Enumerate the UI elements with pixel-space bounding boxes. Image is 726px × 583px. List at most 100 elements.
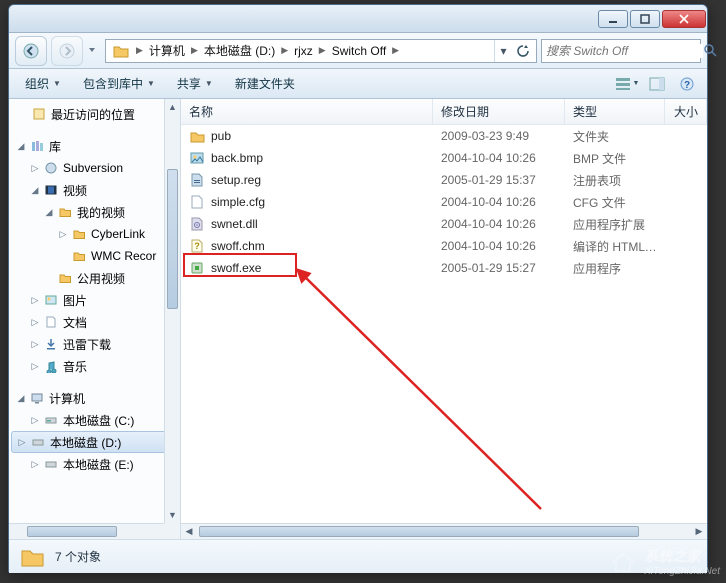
scroll-up-icon[interactable]: ▲ bbox=[165, 99, 180, 115]
computer-icon bbox=[29, 390, 45, 406]
share-button[interactable]: 共享▼ bbox=[167, 72, 223, 96]
dll-icon bbox=[189, 216, 205, 232]
file-date: 2004-10-04 10:26 bbox=[433, 217, 565, 231]
tree-music[interactable]: ▷音乐 bbox=[9, 355, 180, 377]
chevron-right-icon[interactable]: ▶ bbox=[279, 45, 290, 56]
scroll-right-icon[interactable]: ▶ bbox=[691, 524, 707, 539]
tree-video[interactable]: ◢视频 bbox=[9, 179, 180, 201]
sidebar-vscrollbar[interactable]: ▲ ▼ bbox=[164, 99, 180, 539]
file-row[interactable]: simple.cfg2004-10-04 10:26CFG 文件 bbox=[181, 191, 707, 213]
include-in-library-button[interactable]: 包含到库中▼ bbox=[73, 72, 165, 96]
close-button[interactable] bbox=[662, 10, 706, 28]
folder-icon bbox=[19, 544, 45, 570]
file-name: pub bbox=[211, 129, 231, 143]
tree-subversion[interactable]: ▷Subversion bbox=[9, 157, 180, 179]
nav-history-dropdown[interactable] bbox=[87, 42, 101, 60]
tree-pictures[interactable]: ▷图片 bbox=[9, 289, 180, 311]
tree-drive-e[interactable]: ▷本地磁盘 (E:) bbox=[9, 453, 180, 475]
new-folder-button[interactable]: 新建文件夹 bbox=[225, 72, 305, 96]
scroll-thumb[interactable] bbox=[27, 526, 117, 537]
chevron-right-icon[interactable]: ▶ bbox=[134, 45, 145, 56]
tree-wmc[interactable]: WMC Recor bbox=[9, 245, 180, 267]
file-row[interactable]: ?swoff.chm2004-10-04 10:26编译的 HTML 帮... bbox=[181, 235, 707, 257]
address-bar[interactable]: ▶ 计算机 ▶ 本地磁盘 (D:) ▶ rjxz ▶ Switch Off ▶ … bbox=[105, 39, 537, 63]
subversion-icon bbox=[43, 160, 59, 176]
view-mode-button[interactable]: ▼ bbox=[613, 72, 641, 96]
svg-text:?: ? bbox=[684, 80, 690, 91]
column-date[interactable]: 修改日期 bbox=[433, 99, 565, 124]
tree-documents-label: 文档 bbox=[63, 314, 87, 331]
search-input[interactable] bbox=[546, 44, 703, 58]
file-name: swoff.chm bbox=[211, 239, 265, 253]
tree-xunlei[interactable]: ▷迅雷下载 bbox=[9, 333, 180, 355]
folder-icon bbox=[189, 128, 205, 144]
scroll-thumb[interactable] bbox=[167, 169, 178, 309]
file-row[interactable]: swnet.dll2004-10-04 10:26应用程序扩展 bbox=[181, 213, 707, 235]
column-name[interactable]: 名称 bbox=[181, 99, 433, 124]
organize-button[interactable]: 组织▼ bbox=[15, 72, 71, 96]
collapse-icon[interactable]: ◢ bbox=[15, 392, 27, 404]
file-list: pub2009-03-23 9:49文件夹back.bmp2004-10-04 … bbox=[181, 125, 707, 279]
maximize-button[interactable] bbox=[630, 10, 660, 28]
tree-cyberlink-label: CyberLink bbox=[91, 227, 145, 241]
address-dropdown[interactable]: ▾ bbox=[494, 40, 512, 62]
file-type: 应用程序 bbox=[565, 260, 665, 277]
scroll-left-icon[interactable]: ◀ bbox=[181, 524, 197, 539]
tree-drive-e-label: 本地磁盘 (E:) bbox=[63, 456, 134, 473]
tree-cyberlink[interactable]: ▷CyberLink bbox=[9, 223, 180, 245]
chevron-right-icon[interactable]: ▶ bbox=[390, 45, 401, 56]
tree-recent[interactable]: 最近访问的位置 bbox=[9, 103, 180, 125]
watermark-sub: XiTongZhiJia.Net bbox=[644, 566, 720, 577]
column-type[interactable]: 类型 bbox=[565, 99, 665, 124]
file-type: 注册表项 bbox=[565, 172, 665, 189]
tree-drive-c[interactable]: ▷本地磁盘 (C:) bbox=[9, 409, 180, 431]
file-name: swoff.exe bbox=[211, 261, 261, 275]
tree-computer[interactable]: ◢计算机 bbox=[9, 387, 180, 409]
file-row[interactable]: swoff.exe2005-01-29 15:27应用程序 bbox=[181, 257, 707, 279]
file-type: BMP 文件 bbox=[565, 150, 665, 167]
file-row[interactable]: setup.reg2005-01-29 15:37注册表项 bbox=[181, 169, 707, 191]
folder-icon bbox=[57, 270, 73, 286]
titlebar bbox=[9, 5, 707, 33]
file-type: 编译的 HTML 帮... bbox=[565, 238, 665, 255]
help-button[interactable]: ? bbox=[673, 72, 701, 96]
refresh-button[interactable] bbox=[512, 40, 534, 62]
recent-icon bbox=[31, 106, 47, 122]
breadcrumb-computer[interactable]: 计算机 bbox=[145, 42, 189, 59]
minimize-button[interactable] bbox=[598, 10, 628, 28]
nav-row: ▶ 计算机 ▶ 本地磁盘 (D:) ▶ rjxz ▶ Switch Off ▶ … bbox=[9, 33, 707, 69]
breadcrumb-drive-d[interactable]: 本地磁盘 (D:) bbox=[200, 42, 279, 59]
tree-myvideo[interactable]: ◢我的视频 bbox=[9, 201, 180, 223]
scroll-down-icon[interactable]: ▼ bbox=[165, 507, 180, 523]
breadcrumb-rjxz[interactable]: rjxz bbox=[290, 44, 317, 58]
column-size[interactable]: 大小 bbox=[665, 99, 707, 124]
tree-publicvideo[interactable]: 公用视频 bbox=[9, 267, 180, 289]
collapse-icon[interactable]: ◢ bbox=[43, 206, 55, 218]
tree-recent-label: 最近访问的位置 bbox=[51, 106, 135, 123]
file-row[interactable]: back.bmp2004-10-04 10:26BMP 文件 bbox=[181, 147, 707, 169]
preview-pane-button[interactable] bbox=[643, 72, 671, 96]
drive-icon bbox=[43, 456, 59, 472]
tree-wmc-label: WMC Recor bbox=[91, 249, 156, 263]
scroll-thumb[interactable] bbox=[199, 526, 639, 537]
chevron-right-icon[interactable]: ▶ bbox=[317, 45, 328, 56]
tree-drive-d[interactable]: ▷本地磁盘 (D:) bbox=[11, 431, 178, 453]
file-row[interactable]: pub2009-03-23 9:49文件夹 bbox=[181, 125, 707, 147]
tree-libraries[interactable]: ◢ 库 bbox=[9, 135, 180, 157]
tree-documents[interactable]: ▷文档 bbox=[9, 311, 180, 333]
sidebar-hscrollbar[interactable] bbox=[9, 523, 164, 539]
exe-icon bbox=[189, 260, 205, 276]
search-box[interactable] bbox=[541, 39, 701, 63]
forward-button[interactable] bbox=[51, 36, 83, 66]
tree-pictures-label: 图片 bbox=[63, 292, 87, 309]
breadcrumb-switchoff[interactable]: Switch Off bbox=[328, 44, 390, 58]
file-date: 2009-03-23 9:49 bbox=[433, 129, 565, 143]
download-icon bbox=[43, 336, 59, 352]
collapse-icon[interactable]: ◢ bbox=[29, 184, 41, 196]
status-bar: 7 个对象 bbox=[9, 539, 707, 573]
chevron-right-icon[interactable]: ▶ bbox=[189, 45, 200, 56]
content-hscrollbar[interactable]: ◀ ▶ bbox=[181, 523, 707, 539]
collapse-icon[interactable]: ◢ bbox=[15, 140, 27, 152]
main-area: 最近访问的位置 ◢ 库 ▷Subversion ◢视频 ◢我的视频 ▷Cyber… bbox=[9, 99, 707, 539]
back-button[interactable] bbox=[15, 36, 47, 66]
